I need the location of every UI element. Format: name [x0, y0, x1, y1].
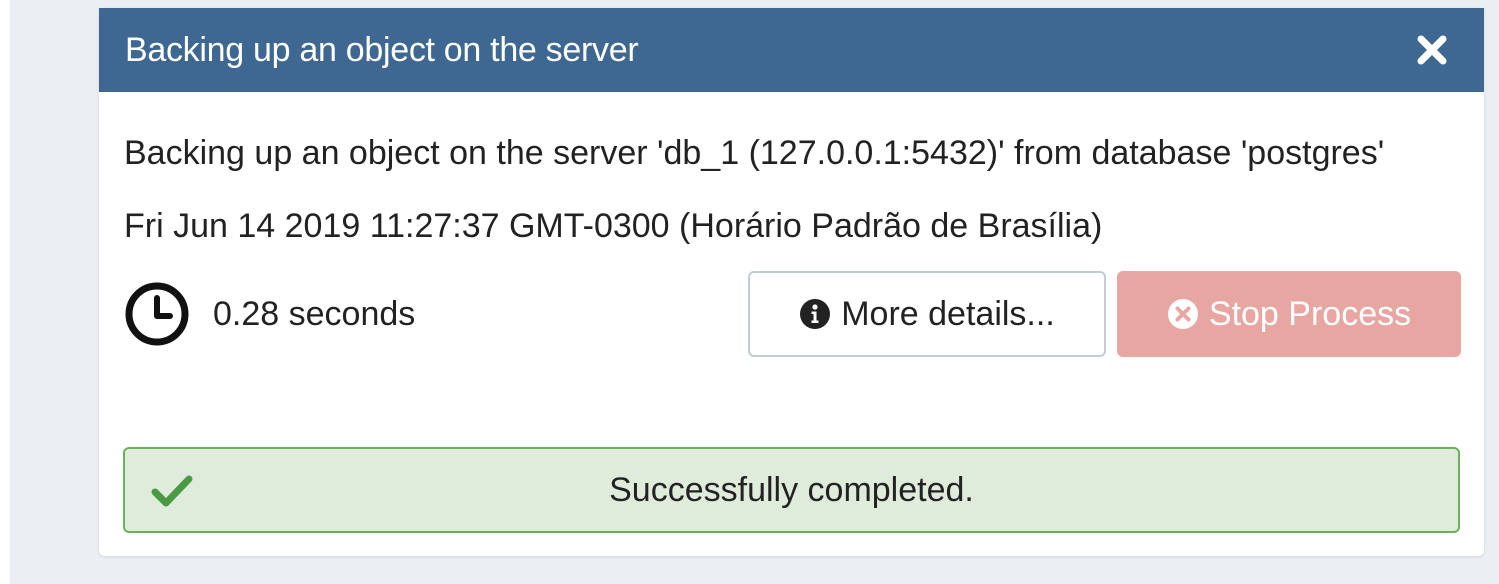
elapsed-time: 0.28 seconds: [213, 294, 416, 333]
more-details-button[interactable]: More details...: [748, 271, 1106, 357]
status-alert: Successfully completed.: [123, 447, 1460, 533]
dialog-body: Backing up an object on the server 'db_1…: [99, 92, 1484, 357]
more-details-label: More details...: [841, 294, 1055, 333]
dialog-header: Backing up an object on the server: [99, 8, 1484, 92]
checkmark-icon: [151, 475, 193, 507]
times-circle-icon: [1167, 299, 1198, 329]
backup-dialog: Backing up an object on the server Backi…: [99, 8, 1484, 556]
backup-description: Backing up an object on the server 'db_1…: [124, 134, 1385, 172]
stop-process-button[interactable]: Stop Process: [1117, 271, 1461, 357]
elapsed-timer: 0.28 seconds: [124, 271, 415, 357]
close-button[interactable]: [1414, 32, 1450, 68]
status-message: Successfully completed.: [609, 470, 974, 509]
backup-timestamp: Fri Jun 14 2019 11:27:37 GMT-0300 (Horár…: [124, 207, 1103, 245]
stop-process-label: Stop Process: [1208, 294, 1412, 333]
clock-icon: [125, 282, 189, 346]
dialog-title: Backing up an object on the server: [125, 30, 639, 69]
close-icon: [1417, 35, 1447, 65]
info-circle-icon: [800, 299, 831, 329]
action-row: 0.28 seconds More details... Stop Proces…: [124, 271, 1461, 357]
